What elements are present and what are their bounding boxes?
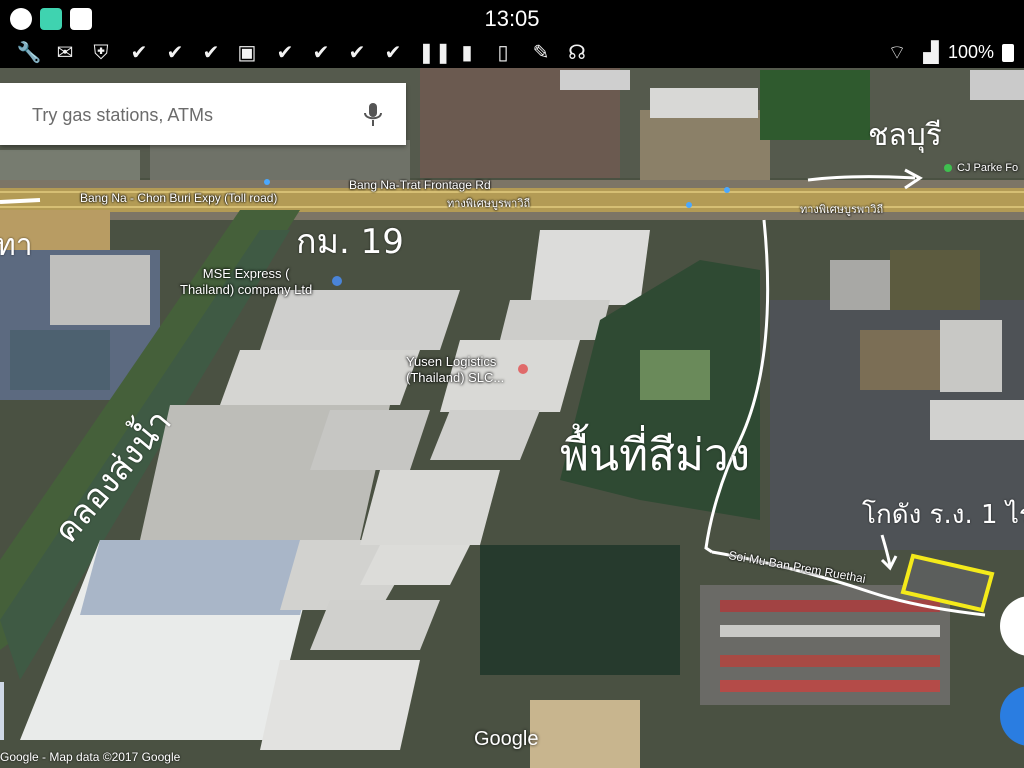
battery-level: 100%	[947, 42, 994, 62]
sd-card-icon: ▯	[497, 42, 509, 64]
microphone-icon[interactable]	[360, 101, 386, 129]
annotation-km: กม. 19	[296, 222, 404, 262]
pause-icon: ❚❚	[418, 42, 452, 64]
road-label-frontage: Bang Na-Trat Frontage Rd	[349, 178, 491, 192]
place-yusen-line2: (Thailand) SLC...	[406, 370, 505, 385]
place-cj-parke[interactable]: CJ Parke Fo	[957, 160, 1018, 176]
clock: 13:05	[484, 6, 540, 31]
annotation-chonburi: ชลบุรี	[868, 118, 942, 153]
headphones-icon: ☊	[568, 42, 586, 64]
place-mse-line2: Thailand) company Ltd	[180, 282, 313, 297]
check-icon: ✔	[276, 42, 294, 64]
pen-icon: ✎	[532, 42, 550, 64]
annotation-left-edge: ทา	[0, 228, 33, 263]
place-yusen-line1: Yusen Logistics	[406, 354, 497, 369]
road-label-thai-2: ทางพิเศษบูรพาวิถี	[800, 203, 884, 216]
notification-bar: 🔧 ✉ ⛨ ✔ ✔ ✔ ▣ ✔ ✔ ✔ ✔ ❚❚ ▮ ▯ ✎ ☊ ⌔ ▟ 100…	[0, 38, 1024, 68]
check-icon: ✔	[312, 42, 330, 64]
map-attribution[interactable]: Google - Map data ©2017 Google	[0, 750, 180, 764]
place-yusen-logistics[interactable]: Yusen Logistics (Thailand) SLC...	[406, 354, 504, 386]
google-logo: Google	[474, 728, 539, 750]
search-bar	[0, 83, 406, 145]
mail-icon: ✉	[56, 42, 74, 64]
check-icon: ✔	[384, 42, 402, 64]
search-input[interactable]	[30, 99, 354, 131]
wifi-icon: ⌔	[887, 42, 907, 64]
scale-bar	[0, 682, 4, 740]
place-mse-express[interactable]: MSE Express ( Thailand) company Ltd	[180, 266, 312, 298]
check-icon: ✔	[348, 42, 366, 64]
check-icon: ✔	[130, 42, 148, 64]
wrench-icon: 🔧	[16, 42, 42, 64]
shield-icon: ⛨	[93, 42, 109, 64]
battery-icon	[1002, 44, 1014, 62]
check-icon: ✔	[166, 42, 184, 64]
check-icon: ✔	[202, 42, 220, 64]
annotation-warehouse: โกดัง ร.ง. 1 ไร่	[862, 500, 1024, 530]
place-mse-line1: MSE Express (	[202, 266, 290, 281]
road-label-expressway: Bang Na - Chon Buri Expy (Toll road)	[80, 191, 278, 205]
instagram-icon: ▣	[237, 42, 257, 64]
road-label-thai-1: ทางพิเศษบูรพาวิถี	[447, 197, 531, 210]
annotation-purple-zone: พื้นที่สีม่วง	[560, 430, 751, 481]
status-bar: 13:05	[0, 0, 1024, 38]
clipboard-icon: ▮	[461, 42, 473, 64]
signal-icon: ▟	[923, 42, 939, 64]
